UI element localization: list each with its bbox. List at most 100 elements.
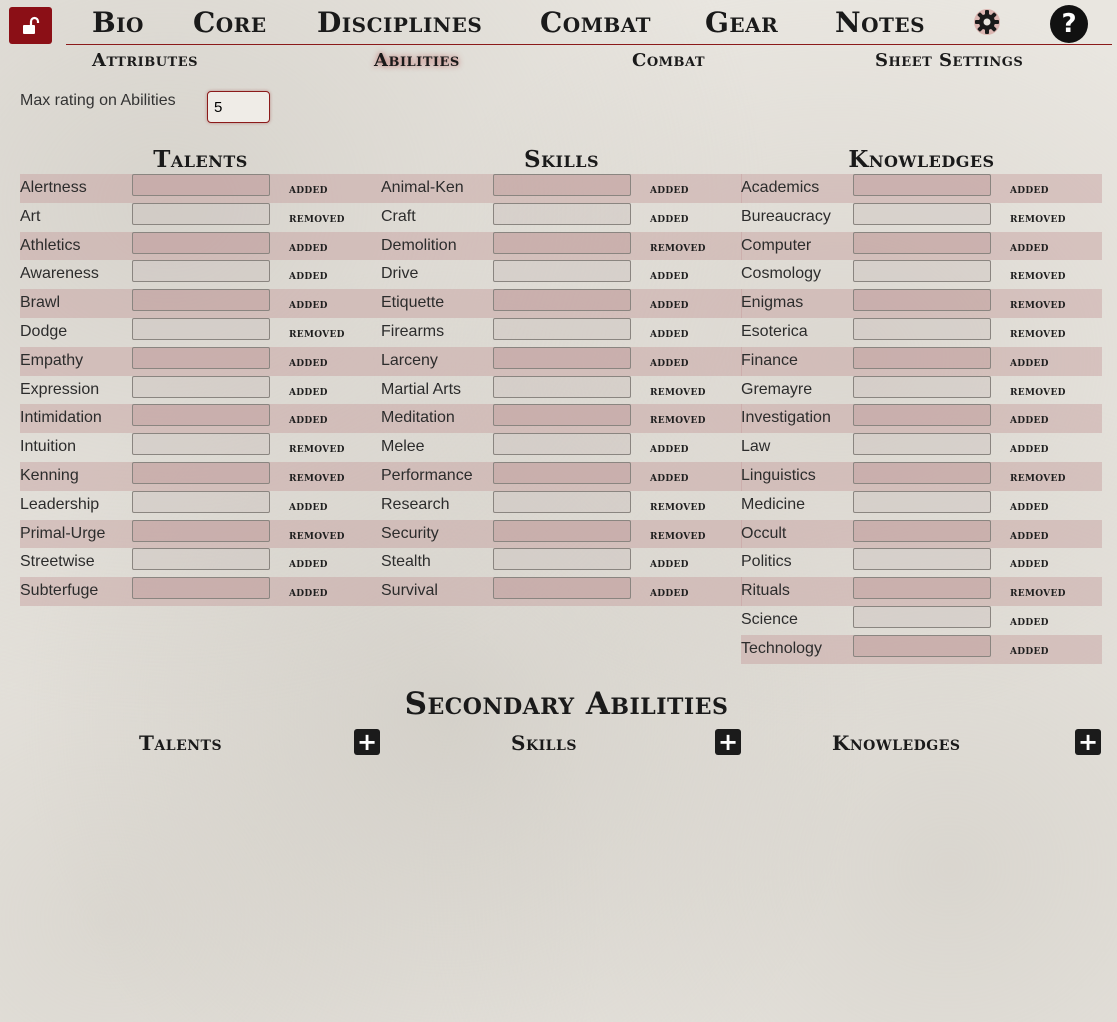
max-rating-input[interactable] — [207, 91, 270, 123]
ability-rating-field[interactable] — [132, 519, 270, 542]
ability-rating-field[interactable] — [853, 519, 991, 542]
lock-toggle-button[interactable] — [9, 7, 52, 44]
ability-rating-field[interactable] — [493, 490, 631, 513]
ability-rating-field[interactable] — [853, 490, 991, 513]
ability-row: Awareness added — [20, 260, 381, 289]
ability-status: added — [1010, 181, 1049, 196]
ability-status: added — [289, 555, 328, 571]
ability-rating-field[interactable] — [853, 231, 991, 254]
ability-rating-field[interactable] — [493, 404, 631, 427]
subtab-combat[interactable]: Combat — [632, 50, 705, 71]
ability-rating-field[interactable] — [853, 260, 991, 283]
ability-rating-field[interactable] — [493, 289, 631, 312]
ability-name: Linguistics — [741, 466, 816, 484]
ability-status: added — [650, 584, 689, 600]
ability-rating-field[interactable] — [132, 433, 270, 456]
ability-name: Intimidation — [20, 409, 102, 427]
ability-rating-field[interactable] — [493, 519, 631, 542]
ability-rating-field[interactable] — [132, 490, 270, 513]
ability-row: Empathy added — [20, 346, 381, 376]
ability-name: Subterfuge — [20, 582, 99, 600]
ability-row: Bureaucracy removed — [741, 202, 1102, 232]
ability-name: Dodge — [20, 322, 68, 340]
ability-rating-field[interactable] — [493, 317, 631, 340]
ability-status: added — [1010, 555, 1049, 571]
ability-rating-field[interactable] — [853, 577, 991, 600]
ability-rating-field[interactable] — [132, 174, 270, 196]
ability-status: removed — [1010, 382, 1066, 398]
add-secondary-skill-button[interactable]: + — [715, 729, 741, 755]
ability-status: removed — [650, 526, 706, 542]
ability-rating-field[interactable] — [853, 548, 991, 571]
ability-rating-field[interactable] — [853, 289, 991, 312]
ability-rating-field[interactable] — [132, 548, 270, 571]
ability-name: Technology — [741, 639, 822, 657]
settings-button[interactable] — [972, 7, 1002, 37]
add-secondary-knowledge-button[interactable]: + — [1075, 729, 1101, 755]
tab-notes[interactable]: Notes — [835, 6, 925, 39]
ability-rating-field[interactable] — [493, 174, 631, 196]
ability-rating-field[interactable] — [853, 634, 991, 657]
subtab-abilities[interactable]: Abilities — [374, 50, 460, 71]
subtab-attributes[interactable]: Attributes — [92, 50, 198, 71]
ability-rating-field[interactable] — [493, 433, 631, 456]
ability-row: Larceny added — [381, 346, 742, 376]
ability-rating-field[interactable] — [853, 605, 991, 628]
tab-disciplines[interactable]: Disciplines — [317, 6, 482, 39]
ability-row: Martial Arts removed — [381, 375, 742, 405]
ability-name: Firearms — [381, 322, 445, 340]
ability-status: removed — [650, 497, 706, 513]
ability-row: Dodge removed — [20, 317, 381, 347]
ability-rating-field[interactable] — [853, 375, 991, 398]
ability-row: Survival added — [381, 577, 742, 606]
ability-rating-field[interactable] — [493, 346, 631, 369]
ability-rating-field[interactable] — [132, 289, 270, 312]
ability-rating-field[interactable] — [493, 231, 631, 254]
ability-name: Cosmology — [741, 265, 822, 283]
ability-status: removed — [650, 238, 706, 254]
tab-bio[interactable]: Bio — [92, 6, 144, 39]
add-secondary-talent-button[interactable]: + — [354, 729, 380, 755]
ability-rating-field[interactable] — [132, 346, 270, 369]
ability-rating-field[interactable] — [853, 461, 991, 484]
tab-combat[interactable]: Combat — [540, 6, 651, 39]
ability-name: Science — [741, 610, 798, 628]
ability-rating-field[interactable] — [493, 461, 631, 484]
ability-rating-field[interactable] — [493, 375, 631, 398]
help-button[interactable]: ? — [1050, 5, 1088, 43]
ability-rating-field[interactable] — [493, 202, 631, 225]
ability-status: added — [1010, 497, 1049, 513]
tab-core[interactable]: Core — [193, 6, 267, 39]
ability-rating-field[interactable] — [493, 548, 631, 571]
ability-rating-field[interactable] — [493, 260, 631, 283]
ability-rating-field[interactable] — [132, 577, 270, 600]
ability-name: Survival — [381, 582, 438, 600]
ability-rating-field[interactable] — [853, 317, 991, 340]
ability-rating-field[interactable] — [853, 404, 991, 427]
ability-name: Intuition — [20, 438, 77, 456]
ability-row: Research removed — [381, 490, 742, 520]
ability-rating-field[interactable] — [132, 461, 270, 484]
ability-rating-field[interactable] — [132, 404, 270, 427]
ability-name: Security — [381, 524, 439, 542]
ability-name: Brawl — [20, 294, 61, 312]
ability-rating-field[interactable] — [853, 433, 991, 456]
ability-row: Law added — [741, 433, 1102, 462]
ability-rating-field[interactable] — [132, 202, 270, 225]
ability-rating-field[interactable] — [493, 577, 631, 600]
ability-row: Stealth added — [381, 548, 742, 577]
ability-row: Demolition removed — [381, 231, 742, 261]
ability-status: added — [289, 238, 328, 254]
ability-status: added — [1010, 411, 1049, 427]
ability-rating-field[interactable] — [132, 317, 270, 340]
ability-rating-field[interactable] — [853, 202, 991, 225]
subtab-sheet-settings[interactable]: Sheet Settings — [875, 50, 1023, 71]
ability-rating-field[interactable] — [132, 260, 270, 283]
ability-rating-field[interactable] — [132, 375, 270, 398]
ability-row: Science added — [741, 605, 1102, 635]
ability-rating-field[interactable] — [853, 346, 991, 369]
ability-rating-field[interactable] — [132, 231, 270, 254]
ability-row: Intuition removed — [20, 433, 381, 462]
tab-gear[interactable]: Gear — [705, 6, 778, 39]
ability-rating-field[interactable] — [853, 174, 991, 196]
